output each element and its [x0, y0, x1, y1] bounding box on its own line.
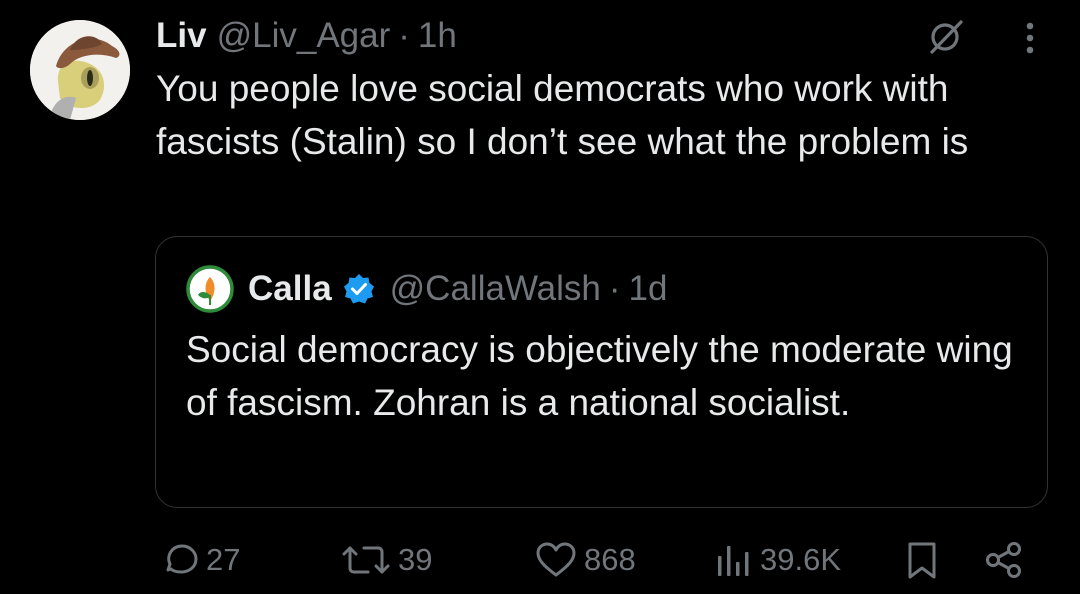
post-text: You people love social democrats who wor… — [156, 68, 969, 162]
author-display-name[interactable]: Liv — [156, 16, 207, 56]
verified-badge-icon — [342, 272, 376, 306]
repost-count: 39 — [398, 542, 433, 577]
views-button[interactable]: 39.6K — [714, 538, 841, 582]
quoted-post-card[interactable]: Calla @CallaWalsh · 1d Social democracy … — [155, 236, 1048, 508]
separator-dot: · — [398, 16, 410, 55]
author-handle[interactable]: @Liv_Agar — [217, 16, 391, 56]
post-timestamp[interactable]: 1h — [418, 16, 457, 56]
bookmark-button[interactable] — [902, 538, 948, 582]
grok-icon[interactable] — [924, 14, 968, 58]
quoted-author-display-name[interactable]: Calla — [248, 269, 332, 309]
quoted-author-handle[interactable]: @CallaWalsh — [390, 269, 601, 309]
like-icon — [536, 542, 576, 577]
separator-dot: · — [608, 269, 621, 308]
like-count: 868 — [584, 542, 636, 577]
repost-button[interactable]: 39 — [340, 538, 432, 582]
post-header: Liv @Liv_Agar · 1h — [156, 14, 457, 58]
views-count: 39.6K — [760, 542, 842, 577]
reply-icon — [166, 544, 198, 574]
quoted-author-avatar[interactable] — [186, 265, 234, 313]
more-icon[interactable] — [1010, 14, 1050, 58]
repost-icon — [342, 546, 390, 574]
share-icon — [986, 542, 1021, 578]
share-button[interactable] — [984, 538, 1030, 582]
author-avatar[interactable] — [30, 20, 130, 120]
quoted-post-timestamp[interactable]: 1d — [629, 269, 668, 309]
reply-button[interactable]: 27 — [160, 538, 240, 582]
bookmark-icon — [908, 542, 936, 579]
quoted-post-text: Social democracy is objectively the mode… — [186, 329, 1013, 423]
quoted-post-header: Calla @CallaWalsh · 1d — [186, 265, 667, 313]
like-button[interactable]: 868 — [534, 538, 636, 582]
views-icon — [718, 546, 749, 576]
reply-count: 27 — [206, 542, 241, 577]
